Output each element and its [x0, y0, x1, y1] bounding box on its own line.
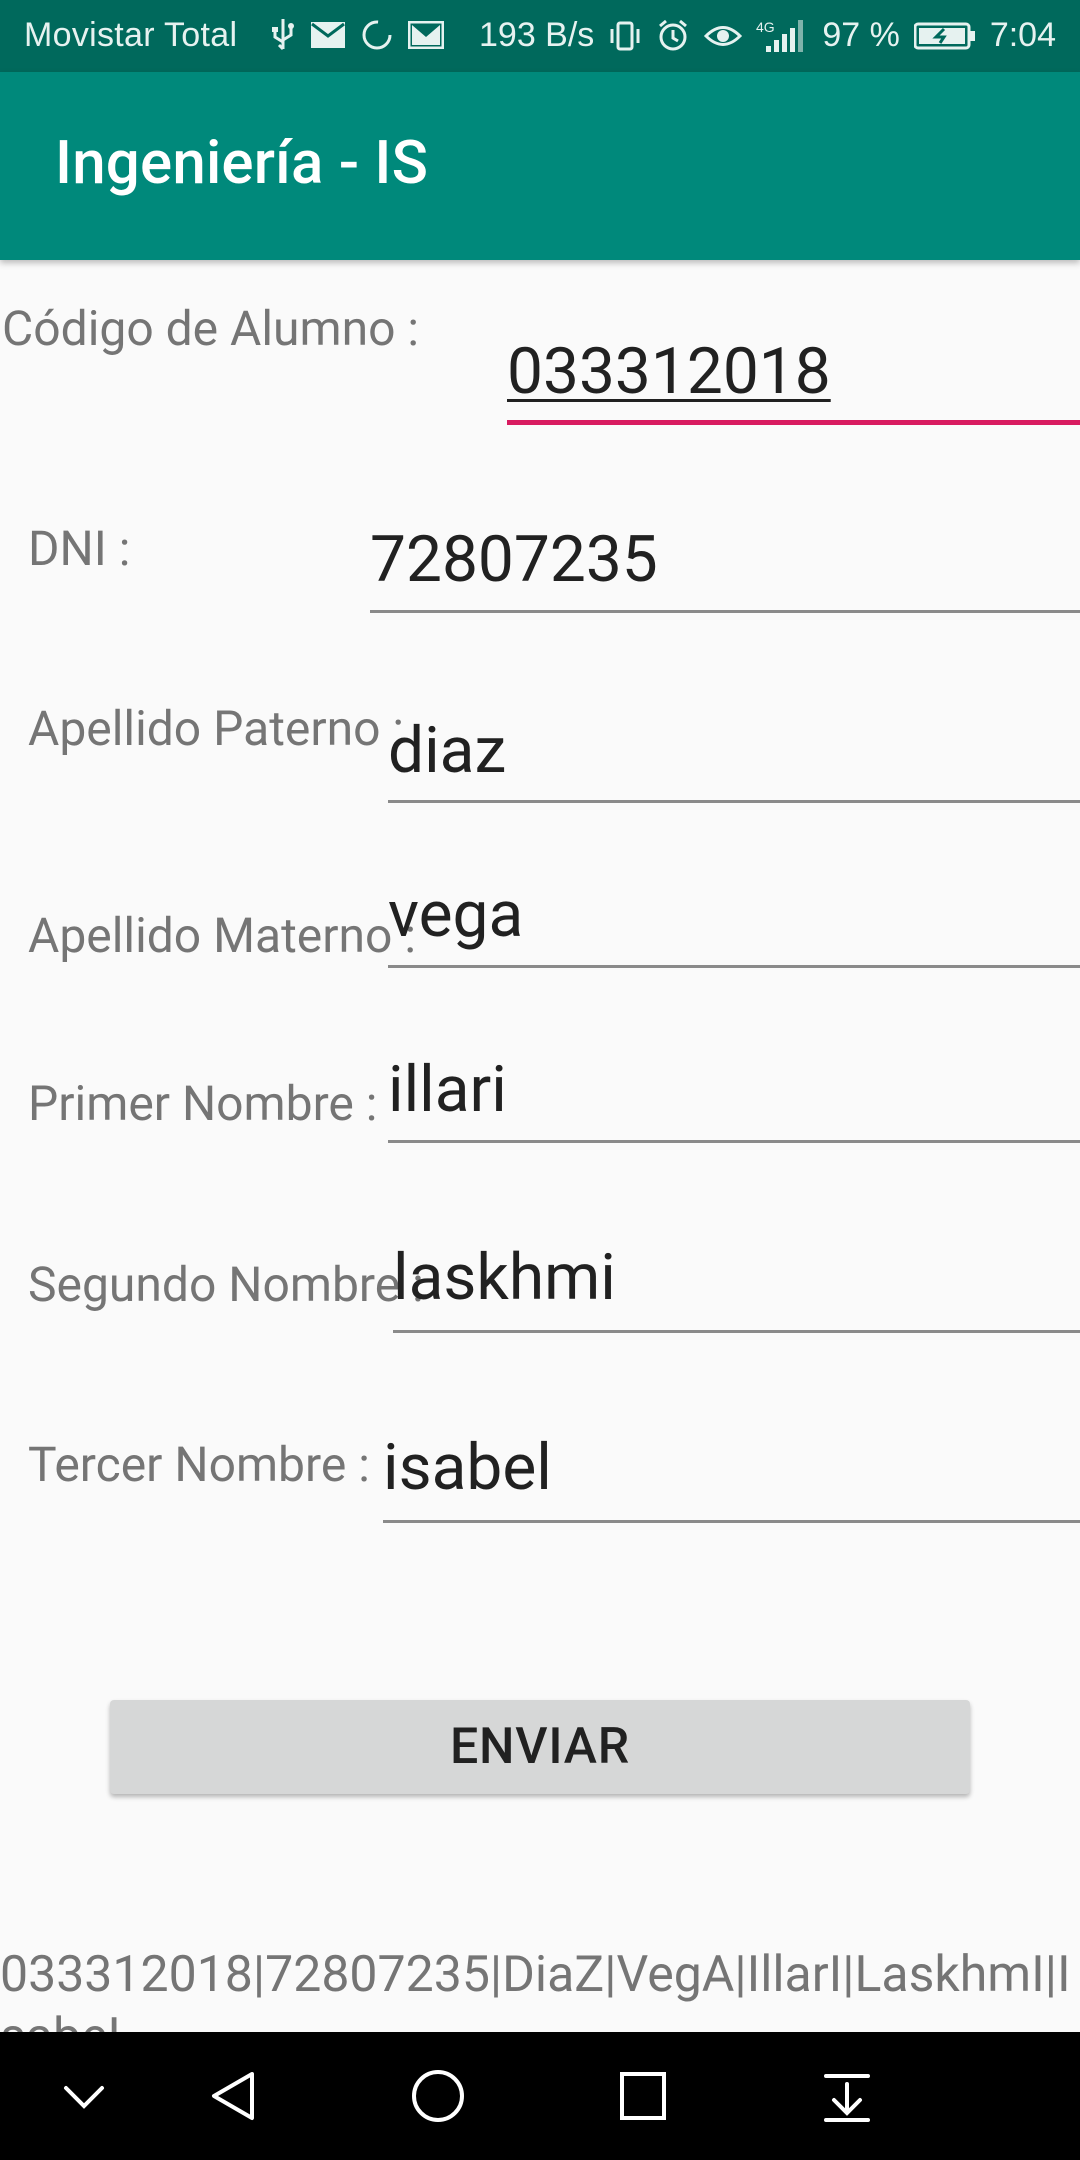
dni-input-underline: [370, 610, 1080, 613]
dni-label: DNI :: [28, 520, 131, 577]
mail-icon: [310, 21, 346, 49]
primer-nombre-underline: [388, 1140, 1080, 1143]
status-bar: Movistar Total 193 B/s 4G 97 % 7:04: [0, 0, 1080, 72]
tercer-nombre-input[interactable]: isabel: [383, 1430, 552, 1505]
apellido-materno-input[interactable]: vega: [388, 877, 523, 952]
apellido-paterno-underline: [388, 800, 1080, 803]
primer-nombre-label: Primer Nombre :: [28, 1075, 378, 1132]
usb-icon: [270, 17, 296, 53]
vibrate-icon: [608, 19, 642, 53]
app-toolbar: Ingeniería - IS: [0, 72, 1080, 260]
apellido-materno-underline: [388, 965, 1080, 968]
codigo-input-underline: [507, 420, 1080, 425]
collapse-icon[interactable]: [62, 2066, 106, 2126]
network-speed: 193 B/s: [479, 16, 595, 54]
segundo-nombre-label: Segundo Nombre :: [28, 1256, 424, 1313]
signal-icon: 4G: [756, 18, 808, 54]
alarm-icon: [656, 19, 690, 53]
recents-icon[interactable]: [618, 2066, 668, 2126]
navigation-bar: [0, 2032, 1080, 2160]
home-icon[interactable]: [410, 2066, 466, 2126]
eye-icon: [704, 21, 743, 51]
notifications-icon[interactable]: [822, 2066, 872, 2126]
battery-icon: [913, 22, 976, 50]
apellido-materno-label: Apellido Materno :: [28, 907, 416, 964]
codigo-label: Código de Alumno :: [2, 300, 419, 357]
back-icon[interactable]: [208, 2066, 258, 2126]
dni-input[interactable]: 72807235: [370, 522, 658, 597]
segundo-nombre-underline: [393, 1330, 1080, 1333]
clock: 7:04: [989, 16, 1056, 54]
gmail-icon: [408, 21, 444, 49]
battery-percent: 97 %: [822, 16, 900, 54]
apellido-paterno-input[interactable]: diaz: [388, 713, 506, 788]
svg-text:4G: 4G: [756, 19, 775, 35]
result-text: 033312018|72807235|DiaZ|VegA|IllarI|Lask…: [0, 1946, 1071, 2032]
sync-icon: [360, 18, 394, 52]
page-title: Ingeniería - IS: [55, 127, 429, 198]
codigo-input[interactable]: 033312018: [507, 334, 831, 409]
primer-nombre-input[interactable]: illari: [388, 1052, 507, 1127]
tercer-nombre-label: Tercer Nombre :: [28, 1436, 370, 1493]
enviar-button[interactable]: ENVIAR: [110, 1700, 970, 1794]
apellido-paterno-label: Apellido Paterno :: [28, 700, 405, 757]
segundo-nombre-input[interactable]: laskhmi: [393, 1240, 616, 1315]
carrier-name: Movistar Total: [24, 16, 238, 54]
tercer-nombre-underline: [383, 1520, 1080, 1523]
